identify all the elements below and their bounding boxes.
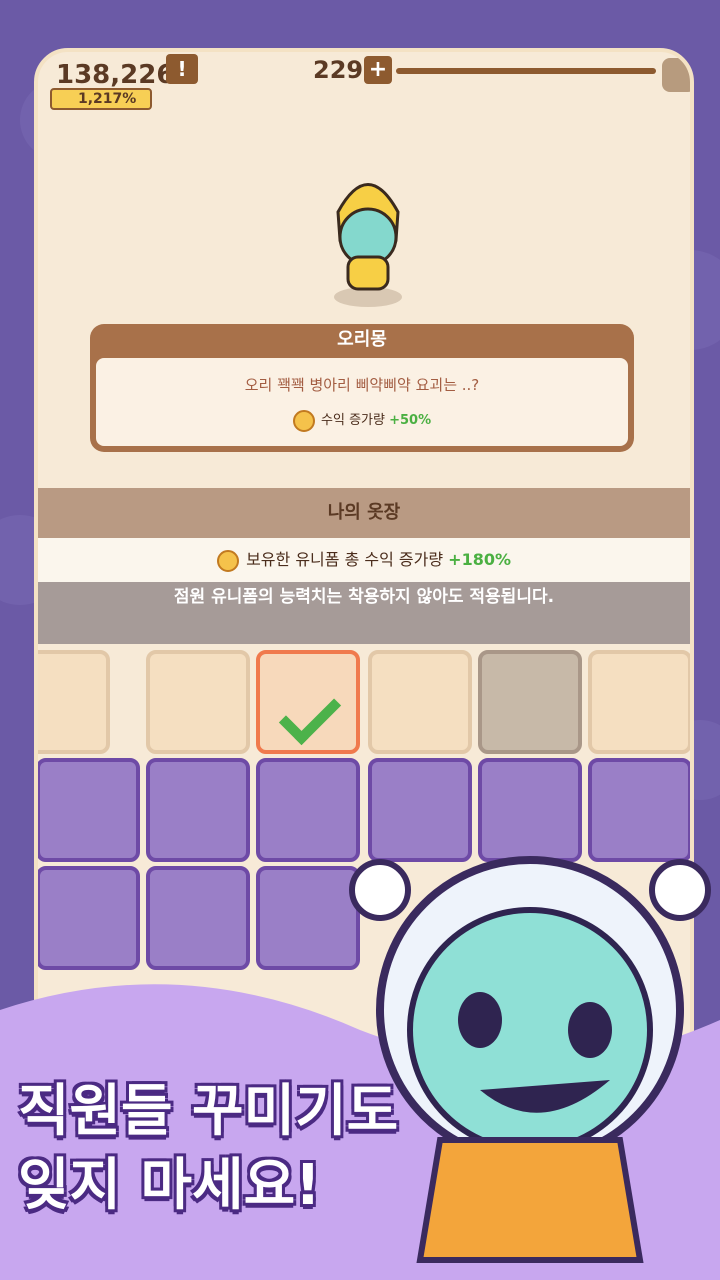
uniform-info-card: 오리몽 오리 꽥꽥 병아리 삐약삐약 요괴는 ..? 수익 증가량 +50% (90, 324, 634, 452)
uniform-tile-locked[interactable] (146, 758, 250, 862)
wardrobe-title: 나의 옷장 (38, 488, 690, 538)
coin-stack-icon (216, 549, 239, 572)
progress-bar (396, 68, 656, 74)
money-amount: 138,226 (56, 60, 175, 90)
settings-gear-icon[interactable] (662, 58, 690, 92)
add-gems-button[interactable]: + (364, 56, 392, 84)
uniform-tile[interactable] (38, 650, 110, 754)
promo-line-2: 잊지 마세요! (18, 1153, 321, 1218)
total-label: 보유한 유니폼 총 수익 증가량 (246, 550, 444, 569)
wardrobe-note: 점원 유니폼의 능력치는 착용하지 않아도 적용됩니다. (38, 582, 690, 644)
total-value: +180% (448, 550, 511, 569)
uniform-name: 오리몽 (337, 329, 387, 350)
money-percent-badge: 1,217% (50, 88, 153, 110)
currency-bar: 138,226 ! 1,217% 229 + (38, 52, 690, 110)
uniform-tile[interactable] (588, 650, 690, 754)
uniform-effect: 수익 증가량 +50% (96, 409, 628, 432)
effect-label: 수익 증가량 (321, 413, 385, 428)
promo-headline: 직원들 꾸미기도 잊지 마세요! (18, 1075, 398, 1223)
uniform-description: 오리 꽥꽥 병아리 삐약삐약 요괴는 ..? (244, 376, 480, 394)
checkmark-icon (278, 682, 342, 746)
gem-amount: 229 (313, 56, 364, 84)
uniform-tile[interactable] (146, 650, 250, 754)
coin-stack-icon (292, 409, 315, 432)
uniform-tile[interactable] (478, 650, 582, 754)
uniform-tile-locked[interactable] (38, 758, 140, 862)
uniform-tile-selected[interactable] (256, 650, 360, 754)
selected-character-preview (334, 183, 402, 307)
wardrobe-total: 보유한 유니폼 총 수익 증가량 +180% (38, 538, 690, 582)
promo-line-1: 직원들 꾸미기도 (18, 1079, 399, 1144)
alert-button[interactable]: ! (166, 54, 198, 84)
uniform-tile[interactable] (368, 650, 472, 754)
effect-value: +50% (389, 413, 432, 428)
uniform-info-body: 오리 꽥꽥 병아리 삐약삐약 요괴는 ..? 수익 증가량 +50% (96, 358, 628, 446)
